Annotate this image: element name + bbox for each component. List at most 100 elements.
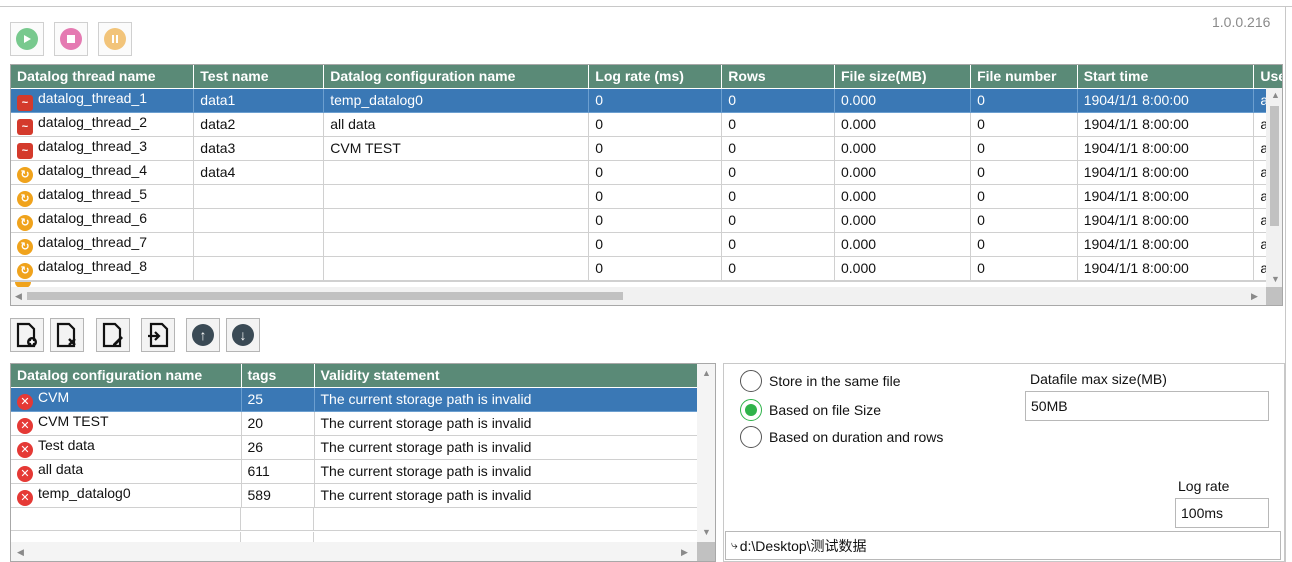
edit-config-button[interactable] bbox=[96, 318, 130, 352]
import-config-button[interactable] bbox=[141, 318, 175, 352]
column-header[interactable]: Log rate (ms) bbox=[588, 65, 723, 89]
table-cell[interactable]: ✕ all data bbox=[11, 459, 242, 484]
table-cell[interactable]: ↻ datalog_thread_4 bbox=[11, 160, 195, 185]
table-cell[interactable]: 0 bbox=[721, 88, 835, 113]
max-size-input[interactable]: 50MB bbox=[1025, 391, 1269, 421]
column-header[interactable]: Test name bbox=[193, 65, 325, 89]
table-cell[interactable]: 0.000 bbox=[834, 136, 972, 161]
start-button[interactable] bbox=[10, 22, 44, 56]
column-header[interactable]: Start time bbox=[1077, 65, 1255, 89]
table-cell[interactable] bbox=[323, 160, 590, 185]
table-cell[interactable] bbox=[323, 184, 590, 209]
table-row[interactable]: ↻ datalog_thread_8 0 0 0.000 0 1904/1/1 8:00:0… bbox=[11, 256, 1282, 281]
radio-file-size[interactable]: Based on file Size bbox=[740, 399, 881, 421]
table-cell[interactable]: 589 bbox=[241, 483, 315, 508]
table-cell[interactable]: 1904/1/1 8:00:00 bbox=[1077, 256, 1255, 281]
table-cell[interactable]: 0 bbox=[588, 184, 723, 209]
radio-duration-rows[interactable]: Based on duration and rows bbox=[740, 426, 943, 448]
table-cell[interactable]: 0.000 bbox=[834, 232, 972, 257]
table-cell[interactable]: 0 bbox=[970, 88, 1078, 113]
table-cell[interactable]: 0 bbox=[588, 160, 723, 185]
column-header[interactable]: Datalog configuration name bbox=[323, 65, 590, 89]
radio-same-file[interactable]: Store in the same file bbox=[740, 370, 901, 392]
table-cell[interactable]: The current storage path is invalid bbox=[314, 483, 698, 508]
table-cell[interactable]: 0 bbox=[588, 136, 723, 161]
table-cell[interactable]: 0.000 bbox=[834, 88, 972, 113]
table-cell[interactable]: 611 bbox=[241, 459, 315, 484]
table-cell[interactable]: 26 bbox=[241, 435, 315, 460]
column-header[interactable]: File size(MB) bbox=[834, 65, 972, 89]
table-row[interactable]: ✕ Test data 26 The current storage path is … bbox=[11, 435, 698, 460]
table-cell[interactable] bbox=[193, 184, 325, 209]
table-cell[interactable]: 0.000 bbox=[834, 160, 972, 185]
table-cell[interactable]: data2 bbox=[193, 112, 325, 137]
radio-button[interactable] bbox=[740, 399, 762, 421]
move-down-button[interactable]: ↓ bbox=[226, 318, 260, 352]
table-cell[interactable]: 0 bbox=[970, 160, 1078, 185]
horizontal-scrollbar[interactable]: ◀ ▶ bbox=[11, 542, 697, 561]
vertical-scrollbar[interactable]: ▲ ▼ bbox=[1266, 88, 1282, 287]
table-cell[interactable]: 25 bbox=[241, 387, 315, 412]
table-cell[interactable]: 0 bbox=[970, 208, 1078, 233]
table-cell[interactable]: 1904/1/1 8:00:00 bbox=[1077, 232, 1255, 257]
table-cell[interactable]: 0 bbox=[970, 232, 1078, 257]
table-cell[interactable]: 0 bbox=[588, 256, 723, 281]
column-header[interactable]: Datalog thread name bbox=[11, 65, 195, 89]
table-cell[interactable]: ↻ datalog_thread_8 bbox=[11, 256, 195, 281]
table-cell[interactable]: ↻ datalog_thread_6 bbox=[11, 208, 195, 233]
table-cell[interactable]: 0.000 bbox=[834, 184, 972, 209]
pause-button[interactable] bbox=[98, 22, 132, 56]
table-cell[interactable]: 0 bbox=[970, 256, 1078, 281]
table-cell[interactable]: The current storage path is invalid bbox=[314, 411, 698, 436]
table-row[interactable]: ✕ CVM TEST 20 The current storage path is i… bbox=[11, 411, 698, 436]
table-cell[interactable] bbox=[323, 232, 590, 257]
column-header[interactable]: Datalog configuration name bbox=[11, 364, 242, 388]
column-header[interactable]: Rows bbox=[721, 65, 835, 89]
table-cell[interactable]: ~ datalog_thread_3 bbox=[11, 136, 195, 161]
table-cell[interactable]: data1 bbox=[193, 88, 325, 113]
table-cell[interactable]: ↻ datalog_thread_7 bbox=[11, 232, 195, 257]
table-row[interactable]: ↻ datalog_thread_7 0 0 0.000 0 1904/1/1 8:00:0… bbox=[11, 232, 1282, 257]
table-cell[interactable]: 1904/1/1 8:00:00 bbox=[1077, 208, 1255, 233]
vertical-scrollbar[interactable]: ▲ ▼ bbox=[697, 364, 715, 561]
column-header[interactable]: File number bbox=[970, 65, 1078, 89]
table-row[interactable]: ✕ all data 611 The current storage path is … bbox=[11, 459, 698, 484]
table-cell[interactable]: data3 bbox=[193, 136, 325, 161]
table-cell[interactable]: 20 bbox=[241, 411, 315, 436]
table-cell[interactable]: ✕ Test data bbox=[11, 435, 242, 460]
column-header[interactable]: Use bbox=[1253, 65, 1282, 89]
table-cell[interactable]: 0 bbox=[721, 256, 835, 281]
table-cell[interactable] bbox=[323, 208, 590, 233]
table-row[interactable]: ↻ datalog_thread_4 data4 0 0 0.000 0 1904/1/1 8… bbox=[11, 160, 1282, 185]
table-cell[interactable] bbox=[193, 208, 325, 233]
table-cell[interactable]: 0 bbox=[970, 112, 1078, 137]
table-cell[interactable]: data4 bbox=[193, 160, 325, 185]
table-cell[interactable]: 0 bbox=[721, 160, 835, 185]
table-cell[interactable]: The current storage path is invalid bbox=[314, 435, 698, 460]
table-cell[interactable]: ↻ datalog_thread_5 bbox=[11, 184, 195, 209]
radio-button[interactable] bbox=[740, 370, 762, 392]
table-cell[interactable]: 0 bbox=[588, 232, 723, 257]
storage-path-field[interactable]: ⤷ d:\Desktop\测试数据 bbox=[725, 531, 1281, 560]
table-row[interactable]: ✕ temp_datalog0 589 The current storage pat… bbox=[11, 483, 698, 508]
table-cell[interactable]: ✕ CVM TEST bbox=[11, 411, 242, 436]
table-cell[interactable]: 0 bbox=[588, 112, 723, 137]
table-row[interactable]: ~ datalog_thread_2 data2 all data 0 0 0.000 0 19… bbox=[11, 112, 1282, 137]
table-cell[interactable]: 1904/1/1 8:00:00 bbox=[1077, 184, 1255, 209]
table-cell[interactable]: 1904/1/1 8:00:00 bbox=[1077, 88, 1255, 113]
table-cell[interactable] bbox=[193, 232, 325, 257]
column-header[interactable]: Validity statement bbox=[314, 364, 698, 388]
table-cell[interactable]: ~ datalog_thread_1 bbox=[11, 88, 195, 113]
table-cell[interactable]: ✕ temp_datalog0 bbox=[11, 483, 242, 508]
table-row[interactable]: ~ datalog_thread_1 data1 temp_datalog0 0 0 0.0… bbox=[11, 88, 1282, 113]
table-cell[interactable]: 0.000 bbox=[834, 112, 972, 137]
table-cell[interactable]: ✕ CVM bbox=[11, 387, 242, 412]
table-cell[interactable]: The current storage path is invalid bbox=[314, 459, 698, 484]
horizontal-scrollbar[interactable]: ◀ ▶ bbox=[11, 287, 1266, 305]
table-cell[interactable]: 0 bbox=[721, 232, 835, 257]
delete-config-button[interactable] bbox=[50, 318, 84, 352]
table-cell[interactable]: 0 bbox=[588, 88, 723, 113]
table-cell[interactable]: 0 bbox=[721, 136, 835, 161]
table-cell[interactable]: 0 bbox=[721, 112, 835, 137]
table-cell[interactable]: 0 bbox=[970, 136, 1078, 161]
